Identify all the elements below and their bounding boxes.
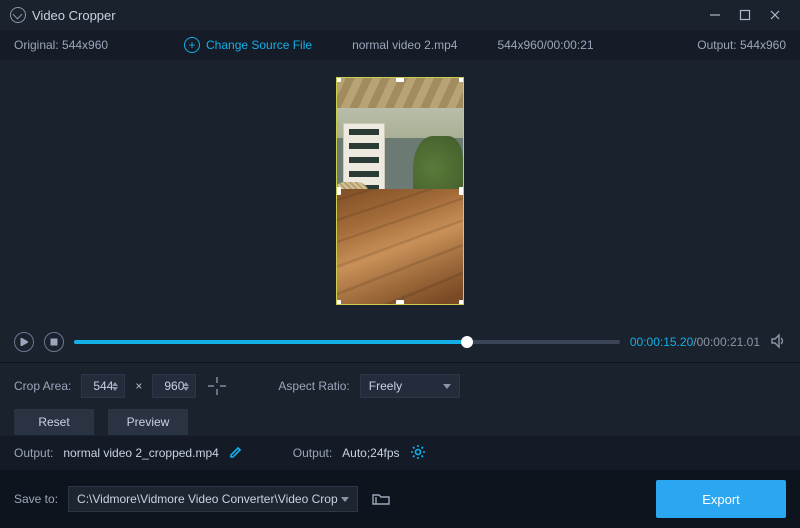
volume-button[interactable] <box>770 333 786 352</box>
time-display: 00:00:15.20/00:00:21.01 <box>630 335 760 349</box>
output-dim-value: 544x960 <box>740 38 786 52</box>
rename-button[interactable] <box>229 445 243 462</box>
chevron-down-icon <box>443 384 451 389</box>
output-dim-label: Output: <box>697 38 736 52</box>
original-dimensions: Original: 544x960 <box>14 38 174 52</box>
width-step-up[interactable] <box>112 382 118 386</box>
height-step-down[interactable] <box>183 387 189 391</box>
change-source-label: Change Source File <box>206 38 312 52</box>
reset-label: Reset <box>38 415 69 429</box>
aspect-ratio-select[interactable]: Freely <box>360 374 460 398</box>
app-title: Video Cropper <box>32 8 116 23</box>
output-file-label: Output: <box>14 446 53 460</box>
export-label: Export <box>702 492 740 507</box>
output-dimensions: Output: 544x960 <box>656 38 786 52</box>
preview-button[interactable]: Preview <box>108 409 188 435</box>
save-path-value: C:\Vidmore\Vidmore Video Converter\Video… <box>77 492 338 506</box>
crop-area-label: Crop Area: <box>14 379 71 393</box>
source-filename: normal video 2.mp4 <box>352 38 457 52</box>
controls-panel: Crop Area: 544 × 960 Aspect Ratio: Freel… <box>0 362 800 436</box>
output-settings-button[interactable] <box>410 444 426 463</box>
timeline-slider[interactable] <box>74 340 620 344</box>
time-current: 00:00:15.20 <box>630 335 693 349</box>
original-value: 544x960 <box>62 38 108 52</box>
play-button[interactable] <box>14 332 34 352</box>
maximize-button[interactable] <box>730 0 760 30</box>
output-filename: normal video 2_cropped.mp4 <box>63 446 218 460</box>
close-button[interactable] <box>760 0 790 30</box>
time-total: 00:00:21.01 <box>697 335 760 349</box>
crop-handle-top[interactable] <box>396 77 404 82</box>
crop-handle-bottom-left[interactable] <box>336 300 341 305</box>
source-dims-duration: 544x960/00:00:21 <box>497 38 593 52</box>
output-format-value: Auto;24fps <box>342 446 399 460</box>
info-strip: Original: 544x960 + Change Source File n… <box>0 30 800 60</box>
save-bar: Save to: C:\Vidmore\Vidmore Video Conver… <box>0 470 800 528</box>
export-button[interactable]: Export <box>656 480 786 518</box>
save-to-label: Save to: <box>14 492 58 506</box>
minimize-button[interactable] <box>700 0 730 30</box>
crop-width-value: 544 <box>93 379 113 393</box>
stop-button[interactable] <box>44 332 64 352</box>
original-label: Original: <box>14 38 59 52</box>
crop-handle-bottom-right[interactable] <box>459 300 464 305</box>
timeline-thumb[interactable] <box>461 336 473 348</box>
output-bar: Output: normal video 2_cropped.mp4 Outpu… <box>0 436 800 470</box>
reset-button[interactable]: Reset <box>14 409 94 435</box>
crop-height-value: 960 <box>164 379 184 393</box>
crop-handle-top-left[interactable] <box>336 77 341 82</box>
crop-handle-left[interactable] <box>336 187 341 195</box>
height-step-up[interactable] <box>183 382 189 386</box>
crop-width-input[interactable]: 544 <box>81 374 125 398</box>
save-path-select[interactable]: C:\Vidmore\Vidmore Video Converter\Video… <box>68 486 358 512</box>
center-crop-button[interactable] <box>206 375 228 397</box>
crop-handle-right[interactable] <box>459 187 464 195</box>
playback-bar: 00:00:15.20/00:00:21.01 <box>0 322 800 362</box>
plus-icon: + <box>184 37 200 53</box>
crop-box[interactable] <box>336 77 464 305</box>
crop-handle-top-right[interactable] <box>459 77 464 82</box>
change-source-button[interactable]: + Change Source File <box>184 37 312 53</box>
aspect-ratio-label: Aspect Ratio: <box>278 379 349 393</box>
width-step-down[interactable] <box>112 387 118 391</box>
crop-handle-bottom[interactable] <box>396 300 404 305</box>
chevron-down-icon <box>341 497 349 502</box>
preview-area <box>0 60 800 322</box>
titlebar: Video Cropper <box>0 0 800 30</box>
open-folder-button[interactable] <box>368 486 394 512</box>
crop-height-input[interactable]: 960 <box>152 374 196 398</box>
app-icon <box>10 7 26 23</box>
aspect-ratio-value: Freely <box>369 379 402 393</box>
preview-label: Preview <box>127 415 170 429</box>
output-format-label: Output: <box>293 446 332 460</box>
times-label: × <box>135 379 142 393</box>
